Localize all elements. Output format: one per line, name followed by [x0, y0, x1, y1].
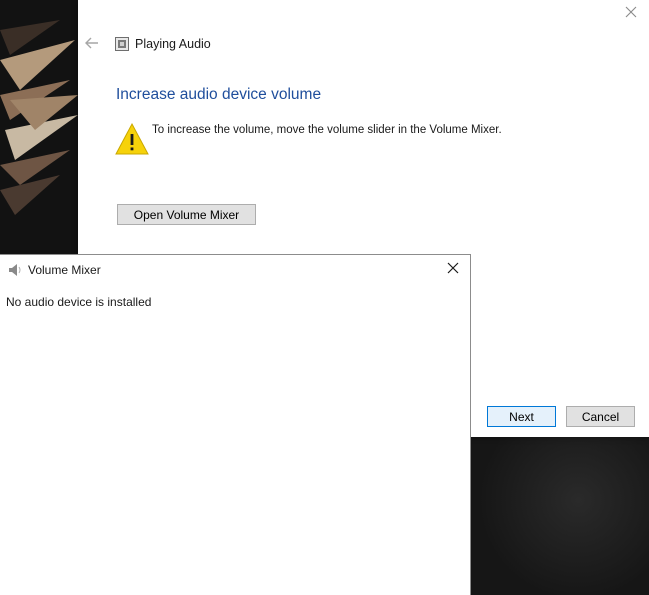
volume-mixer-title: Volume Mixer: [28, 263, 101, 277]
close-icon[interactable]: [623, 6, 639, 22]
volume-mixer-titlebar[interactable]: Volume Mixer: [0, 255, 470, 285]
no-device-message: No audio device is installed: [6, 295, 152, 309]
window-title: Playing Audio: [135, 37, 211, 51]
troubleshooter-icon: [115, 37, 129, 51]
back-arrow-icon[interactable]: [84, 36, 102, 52]
desktop-wallpaper-art: [0, 0, 80, 260]
speaker-icon: [8, 263, 22, 277]
warning-icon: [115, 122, 149, 156]
close-icon[interactable]: [446, 261, 462, 277]
open-volume-mixer-button[interactable]: Open Volume Mixer: [117, 204, 256, 225]
next-button[interactable]: Next: [487, 406, 556, 427]
desktop-background-lower: [472, 437, 649, 595]
instruction-text: To increase the volume, move the volume …: [152, 124, 502, 136]
volume-mixer-window: Volume Mixer No audio device is installe…: [0, 254, 471, 595]
page-heading: Increase audio device volume: [116, 86, 322, 103]
cancel-button[interactable]: Cancel: [566, 406, 635, 427]
